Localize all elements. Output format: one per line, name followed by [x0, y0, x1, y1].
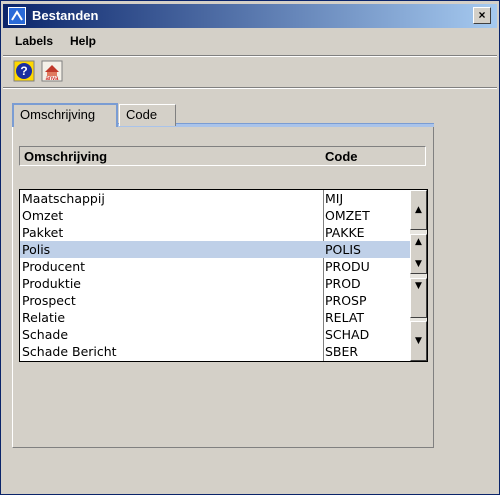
arrow-up-icon: ▲: [415, 237, 422, 247]
list-item-selected[interactable]: Polis POLIS: [20, 241, 410, 258]
window-title: Bestanden: [32, 8, 99, 23]
scroll-up-button[interactable]: ▲: [410, 190, 427, 230]
item-name: Maatschappij: [22, 191, 105, 206]
item-code: PAKKE: [325, 225, 365, 240]
close-button[interactable]: ×: [473, 7, 491, 24]
column-header-row: Omschrijving Code: [19, 146, 426, 166]
item-name: Omzet: [22, 208, 64, 223]
scroll-thumb[interactable]: ▲ ▼: [410, 234, 427, 274]
toolbar-divider: [3, 55, 497, 57]
item-name: Schade: [22, 327, 69, 342]
item-name: Producent: [22, 259, 86, 274]
arrow-down-icon: ▼: [415, 259, 422, 269]
app-icon: [8, 7, 26, 25]
item-code: PROD: [325, 276, 361, 291]
toolbar-bottom-divider: [3, 87, 497, 89]
list-item[interactable]: Schade SCHAD: [20, 326, 410, 343]
anva-icon[interactable]: anva: [41, 60, 63, 82]
item-name: Pakket: [22, 225, 64, 240]
item-code: POLIS: [325, 242, 361, 257]
menu-help[interactable]: Help: [70, 34, 96, 48]
list-item[interactable]: Produktie PROD: [20, 275, 410, 292]
bestanden-list[interactable]: Maatschappij MIJ Omzet OMZET Pakket PAKKE P…: [19, 189, 428, 362]
arrow-down-icon: ▼: [415, 281, 422, 291]
menu-bar: Labels Help: [3, 31, 497, 53]
bestanden-window: Bestanden × Labels Help ? anva Omschrijv…: [0, 0, 500, 495]
anva-label: anva: [45, 76, 59, 82]
item-code: SCHAD: [325, 327, 370, 342]
item-name: Polis: [22, 242, 51, 257]
list-item[interactable]: Omzet OMZET: [20, 207, 410, 224]
arrow-down-icon: ▼: [415, 336, 422, 346]
list-item[interactable]: Pakket PAKKE: [20, 224, 410, 241]
list-item[interactable]: Producent PRODU: [20, 258, 410, 275]
item-name: Schade Bericht: [22, 344, 117, 359]
arrow-up-icon: ▲: [415, 205, 422, 215]
help-icon[interactable]: ?: [13, 60, 35, 82]
item-code: PROSP: [325, 293, 367, 308]
item-code: MIJ: [325, 191, 344, 206]
svg-text:?: ?: [20, 64, 27, 78]
list-item[interactable]: Schade Bericht SBER: [20, 343, 410, 360]
title-bar[interactable]: Bestanden ×: [3, 4, 497, 28]
header-code[interactable]: Code: [325, 149, 358, 164]
list-item[interactable]: Prospect PROSP: [20, 292, 410, 309]
item-name: Produktie: [22, 276, 81, 291]
tab-omschrijving[interactable]: Omschrijving: [12, 103, 118, 127]
vertical-scrollbar[interactable]: ▲ ▲ ▼ ▼ ▼: [410, 190, 427, 361]
tab-omschrijving-label: Omschrijving: [20, 107, 96, 122]
menu-labels[interactable]: Labels: [15, 34, 53, 48]
tab-code[interactable]: Code: [119, 104, 176, 126]
item-code: PRODU: [325, 259, 370, 274]
item-name: Relatie: [22, 310, 66, 325]
scroll-page-button[interactable]: ▼: [410, 278, 427, 318]
tab-code-label: Code: [126, 107, 158, 122]
item-code: RELAT: [325, 310, 365, 325]
item-name: Prospect: [22, 293, 76, 308]
header-omschrijving[interactable]: Omschrijving: [24, 149, 107, 164]
item-code: OMZET: [325, 208, 370, 223]
item-code: SBER: [325, 344, 359, 359]
scroll-down-button[interactable]: ▼: [410, 321, 427, 361]
list-item[interactable]: Relatie RELAT: [20, 309, 410, 326]
list-item[interactable]: Maatschappij MIJ: [20, 190, 410, 207]
